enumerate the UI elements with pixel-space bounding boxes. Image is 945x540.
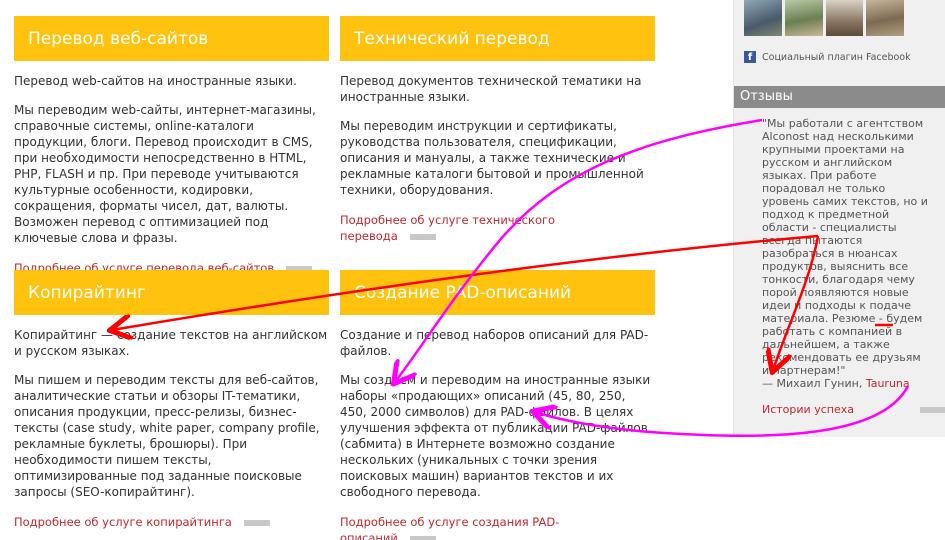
- more-indicator: [920, 407, 945, 413]
- more-indicator: [243, 519, 270, 526]
- service-header: Копирайтинг: [14, 270, 329, 315]
- service-block-website-translation: Перевод веб-сайтов Перевод web-сайтов на…: [14, 16, 329, 276]
- fan-avatar[interactable]: [744, 0, 782, 36]
- service-intro: Перевод документов технической тематики …: [340, 74, 642, 104]
- service-intro: Копирайтинг — создание текстов на англий…: [14, 328, 328, 358]
- review-text: "Мы работали с агентством Alconost над н…: [762, 117, 928, 377]
- service-block-pad-descriptions: Создание PAD-описаний Создание и перевод…: [340, 270, 655, 540]
- sidebar: f Социальный плагин Facebook Отзывы "Мы …: [733, 0, 945, 437]
- service-more-link[interactable]: Подробнее об услуге технического перевод…: [340, 212, 570, 244]
- success-stories-link[interactable]: Истории успеха: [762, 403, 945, 416]
- service-header: Перевод веб-сайтов: [14, 16, 329, 61]
- service-title: Создание PAD-описаний: [354, 282, 572, 303]
- facebook-icon: f: [744, 51, 756, 63]
- fan-avatar[interactable]: [866, 0, 904, 36]
- review-company-link[interactable]: Tauruna: [866, 377, 910, 390]
- review-author: — Михаил Гунин, Tauruna: [762, 377, 910, 390]
- service-block-copywriting: Копирайтинг Копирайтинг — создание текст…: [14, 270, 329, 530]
- service-block-technical-translation: Технический перевод Перевод документов т…: [340, 16, 655, 244]
- fan-avatar[interactable]: [784, 0, 823, 36]
- more-indicator: [409, 535, 436, 540]
- facebook-plugin-label[interactable]: f Социальный плагин Facebook: [744, 51, 911, 63]
- service-header: Создание PAD-описаний: [340, 270, 655, 315]
- service-more-link[interactable]: Подробнее об услуге создания PAD-описани…: [340, 514, 570, 540]
- service-body: Мы пишем и переводим тексты для веб-сайт…: [14, 373, 320, 499]
- service-title: Технический перевод: [354, 28, 550, 49]
- facebook-fan-photos: [744, 0, 904, 36]
- service-header: Технический перевод: [340, 16, 655, 61]
- service-more-link[interactable]: Подробнее об услуге копирайтинга: [14, 514, 329, 530]
- service-body: Мы переводим web-сайты, интернет-магазин…: [14, 103, 316, 245]
- service-body: Мы переводим инструкции и сертификаты, р…: [340, 119, 644, 197]
- more-indicator: [409, 233, 436, 240]
- fan-avatar[interactable]: [825, 0, 864, 36]
- service-title: Копирайтинг: [28, 282, 146, 303]
- service-body: Мы создаем и переводим на иностранные яз…: [340, 373, 651, 499]
- service-intro: Перевод web-сайтов на иностранные языки.: [14, 74, 297, 88]
- service-title: Перевод веб-сайтов: [28, 28, 209, 49]
- service-intro: Создание и перевод наборов описаний для …: [340, 328, 649, 358]
- reviews-title: Отзывы: [734, 86, 945, 108]
